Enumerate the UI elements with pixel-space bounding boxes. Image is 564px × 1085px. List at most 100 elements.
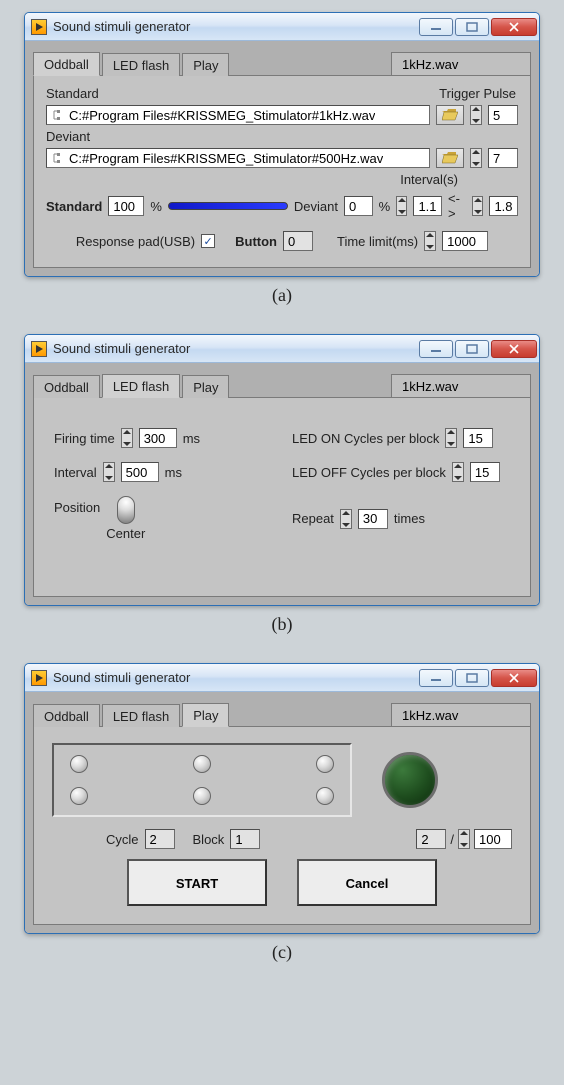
standard-pct-label: Standard xyxy=(46,199,102,214)
deviant-trigger-value[interactable]: 7 xyxy=(488,148,518,168)
cancel-button[interactable]: Cancel xyxy=(297,859,437,906)
standard-trigger-value[interactable]: 5 xyxy=(488,105,518,125)
file-tab[interactable]: 1kHz.wav xyxy=(391,52,531,75)
times-unit: times xyxy=(394,511,425,526)
position-toggle[interactable] xyxy=(117,496,135,524)
firing-time-spinner[interactable] xyxy=(121,428,133,448)
led-position-grid xyxy=(52,743,352,817)
time-limit-value[interactable]: 1000 xyxy=(442,231,488,251)
close-button[interactable] xyxy=(491,340,537,358)
interval-value[interactable]: 500 xyxy=(121,462,159,482)
deviant-browse-button[interactable] xyxy=(436,148,464,168)
led-off-cycles-value[interactable]: 15 xyxy=(470,462,500,482)
close-button[interactable] xyxy=(491,18,537,36)
progress-total-spinner[interactable] xyxy=(458,829,470,849)
close-button[interactable] xyxy=(491,669,537,687)
interval-spinner[interactable] xyxy=(103,462,115,482)
repeat-value[interactable]: 30 xyxy=(358,509,388,529)
interval-from-spinner[interactable] xyxy=(396,196,407,216)
led-indicator xyxy=(70,787,88,805)
window-title: Sound stimuli generator xyxy=(53,341,190,356)
interval-label: Interval(s) xyxy=(400,172,458,187)
caption-a: (a) xyxy=(12,285,552,306)
deviant-trigger-spinner[interactable] xyxy=(470,148,482,168)
ms-unit: ms xyxy=(165,465,182,480)
tabpage-led-flash: Firing time 300 ms LED ON Cycles per blo… xyxy=(33,397,531,597)
deviant-pct-value[interactable]: 0 xyxy=(344,196,373,216)
led-on-cycles-label: LED ON Cycles per block xyxy=(292,431,439,446)
tabpage-play: Cycle 2 Block 1 2 / 100 START Cancel xyxy=(33,726,531,925)
led-on-cycles-value[interactable]: 15 xyxy=(463,428,493,448)
start-button[interactable]: START xyxy=(127,859,267,906)
standard-label: Standard xyxy=(46,86,99,101)
minimize-button[interactable] xyxy=(419,669,453,687)
repeat-label: Repeat xyxy=(292,511,334,526)
standard-pct-value[interactable]: 100 xyxy=(108,196,144,216)
position-label: Position xyxy=(54,500,100,515)
tab-play[interactable]: Play xyxy=(182,375,229,398)
time-limit-label: Time limit(ms) xyxy=(337,234,418,249)
led-on-cycles-spinner[interactable] xyxy=(445,428,457,448)
minimize-button[interactable] xyxy=(419,18,453,36)
tab-oddball[interactable]: Oddball xyxy=(33,52,100,76)
tab-led-flash[interactable]: LED flash xyxy=(102,374,180,398)
maximize-button[interactable] xyxy=(455,340,489,358)
deviant-path-field[interactable]: C:#Program Files#KRISSMEG_Stimulator#500… xyxy=(46,148,430,168)
progress-total[interactable]: 100 xyxy=(474,829,512,849)
block-label: Block xyxy=(193,832,225,847)
position-value: Center xyxy=(106,526,145,541)
time-limit-spinner[interactable] xyxy=(424,231,436,251)
titlebar[interactable]: Sound stimuli generator xyxy=(25,13,539,41)
caption-c: (c) xyxy=(12,942,552,963)
deviant-pct-label: Deviant xyxy=(294,199,338,214)
interval-sep: <-> xyxy=(448,191,466,221)
tab-play[interactable]: Play xyxy=(182,703,229,727)
titlebar[interactable]: Sound stimuli generator xyxy=(25,664,539,692)
file-tab[interactable]: 1kHz.wav xyxy=(391,703,531,726)
firing-time-value[interactable]: 300 xyxy=(139,428,177,448)
led-indicator xyxy=(193,787,211,805)
interval-to-spinner[interactable] xyxy=(472,196,483,216)
pct-sign: % xyxy=(150,199,162,214)
maximize-button[interactable] xyxy=(455,18,489,36)
response-pad-checkbox[interactable]: ✓ xyxy=(201,234,215,248)
tab-led-flash[interactable]: LED flash xyxy=(102,704,180,727)
ratio-slider[interactable] xyxy=(168,202,288,210)
standard-trigger-spinner[interactable] xyxy=(470,105,482,125)
tab-led-flash[interactable]: LED flash xyxy=(102,53,180,76)
led-indicator xyxy=(193,755,211,773)
interval-from-value[interactable]: 1.1 xyxy=(413,196,442,216)
led-indicator xyxy=(316,755,334,773)
standard-path-text: C:#Program Files#KRISSMEG_Stimulator#1kH… xyxy=(69,108,375,123)
window-oddball: Sound stimuli generator Oddball LED flas… xyxy=(24,12,540,277)
file-tab[interactable]: 1kHz.wav xyxy=(391,374,531,397)
led-off-cycles-label: LED OFF Cycles per block xyxy=(292,465,446,480)
tab-oddball[interactable]: Oddball xyxy=(33,704,100,727)
led-indicator xyxy=(70,755,88,773)
firing-time-label: Firing time xyxy=(54,431,115,446)
app-icon xyxy=(31,19,47,35)
path-icon xyxy=(51,151,65,165)
led-indicator xyxy=(316,787,334,805)
titlebar[interactable]: Sound stimuli generator xyxy=(25,335,539,363)
button-value: 0 xyxy=(283,231,313,251)
tab-oddball[interactable]: Oddball xyxy=(33,375,100,398)
tab-play[interactable]: Play xyxy=(182,53,229,76)
window-title: Sound stimuli generator xyxy=(53,670,190,685)
trigger-pulse-label: Trigger Pulse xyxy=(439,86,516,101)
cycle-value: 2 xyxy=(145,829,175,849)
repeat-spinner[interactable] xyxy=(340,509,352,529)
minimize-button[interactable] xyxy=(419,340,453,358)
caption-b: (b) xyxy=(12,614,552,635)
standard-browse-button[interactable] xyxy=(436,105,464,125)
maximize-button[interactable] xyxy=(455,669,489,687)
ms-unit: ms xyxy=(183,431,200,446)
button-label: Button xyxy=(235,234,277,249)
standard-path-field[interactable]: C:#Program Files#KRISSMEG_Stimulator#1kH… xyxy=(46,105,430,125)
deviant-path-text: C:#Program Files#KRISSMEG_Stimulator#500… xyxy=(69,151,383,166)
deviant-label: Deviant xyxy=(46,129,90,144)
interval-to-value[interactable]: 1.8 xyxy=(489,196,518,216)
tabpage-oddball: Standard Trigger Pulse C:#Program Files#… xyxy=(33,75,531,268)
led-off-cycles-spinner[interactable] xyxy=(452,462,464,482)
response-pad-label: Response pad(USB) xyxy=(76,234,195,249)
